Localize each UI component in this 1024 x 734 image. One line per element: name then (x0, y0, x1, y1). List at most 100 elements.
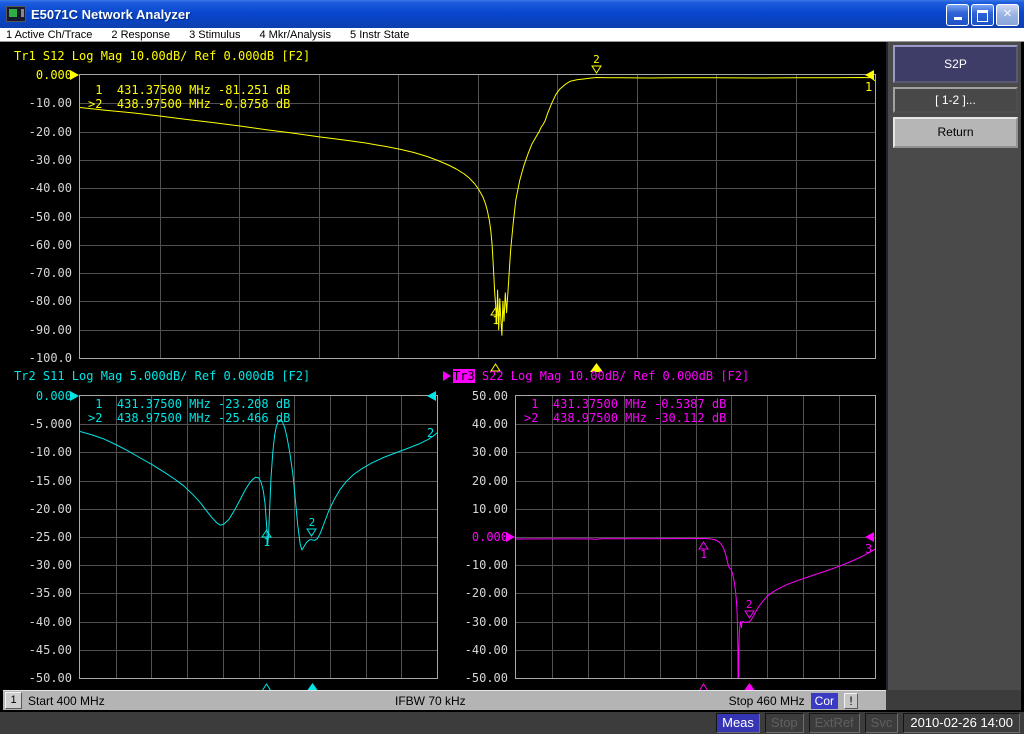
instrument-statusbar: Meas Stop ExtRef Svc 2010-02-26 14:00 (0, 712, 1024, 734)
stimulus-marker-2[interactable] (590, 359, 603, 368)
return-button[interactable]: Return (893, 117, 1018, 148)
stimulus-marker-1[interactable] (698, 679, 709, 688)
marker-number: 1 (700, 550, 707, 560)
y-axis-label: -60.00 (24, 238, 72, 252)
correction-badge: Cor (811, 693, 838, 709)
plot-area-tr2 (79, 395, 438, 679)
chart-title-tr1: Tr1 S12 Log Mag 10.00dB/ Ref 0.000dB [F2… (14, 49, 310, 63)
marker-readout-line: 1 431.37500 MHz -81.251 dB (88, 83, 290, 97)
trace-number-label: 3 (865, 542, 872, 556)
extref-indicator: ExtRef (809, 713, 860, 733)
ref-level-marker-right (427, 391, 436, 401)
y-axis-label: -40.00 (24, 615, 72, 629)
ifbw-value: IFBW 70 kHz (395, 694, 466, 708)
menu-item-active-ch-trace[interactable]: 1 Active Ch/Trace (0, 29, 105, 41)
y-axis-label: -10.00 (24, 445, 72, 459)
marker-readout-line: >2 438.97500 MHz -30.112 dB (524, 411, 726, 425)
ref-level-marker-right (865, 532, 874, 542)
window-titlebar: E5071C Network Analyzer ✕ (0, 0, 1024, 28)
y-axis-label: -30.00 (24, 558, 72, 572)
channel-statusbar: 1 Start 400 MHz IFBW 70 kHz Stop 460 MHz… (3, 690, 886, 710)
trace-label[interactable]: Tr1 (14, 49, 36, 63)
menu-item-mkr-analysis[interactable]: 4 Mkr/Analysis (253, 29, 344, 41)
chart-title-tr3: Tr3 S22 Log Mag 10.00dB/ Ref 0.000dB [F2… (443, 369, 749, 383)
y-axis-label: 0.000 (460, 530, 508, 544)
marker-readout-line: >2 438.97500 MHz -0.8758 dB (88, 97, 290, 111)
menu-item-instr-state[interactable]: 5 Instr State (344, 29, 422, 41)
menubar: 1 Active Ch/Trace 2 Response 3 Stimulus … (0, 28, 1024, 42)
marker-number: 1 (263, 538, 270, 548)
ref-level-marker-left[interactable] (70, 70, 79, 80)
y-axis-label: 30.00 (460, 445, 508, 459)
y-axis-label: -30.00 (24, 153, 72, 167)
trace-number-label: 1 (865, 80, 872, 94)
y-axis-label: -80.00 (24, 294, 72, 308)
marker-readout: 1 431.37500 MHz -23.208 dB>2 438.97500 M… (88, 397, 290, 425)
y-axis-label: 50.00 (460, 389, 508, 403)
restore-icon (977, 10, 988, 22)
stimulus-marker-1[interactable] (261, 679, 272, 688)
trace-tr2 (80, 420, 437, 550)
y-axis-label: -10.00 (24, 96, 72, 110)
app-icon (6, 6, 26, 22)
stimulus-marker-1[interactable] (490, 359, 501, 368)
trace-format-label: S11 Log Mag 5.000dB/ Ref 0.000dB [F2] (36, 369, 311, 383)
app-window: E5071C Network Analyzer ✕ 1 Active Ch/Tr… (0, 0, 1024, 734)
y-axis-label: -20.00 (24, 502, 72, 516)
marker-1-symbol[interactable]: 1 (698, 541, 710, 560)
trace-format-label: S22 Log Mag 10.00dB/ Ref 0.000dB [F2] (475, 369, 750, 383)
y-axis-label: -40.00 (24, 181, 72, 195)
y-axis-label: -25.00 (24, 530, 72, 544)
stimulus-marker-2[interactable] (743, 679, 756, 688)
marker-1-symbol[interactable]: 1 (490, 307, 502, 326)
active-trace-icon (443, 371, 451, 381)
y-axis-label: -20.00 (24, 125, 72, 139)
y-axis-label: 20.00 (460, 474, 508, 488)
trace-format-label: S12 Log Mag 10.00dB/ Ref 0.000dB [F2] (36, 49, 311, 63)
trace-label[interactable]: Tr2 (14, 369, 36, 383)
y-axis-label: -10.00 (460, 558, 508, 572)
marker-number: 2 (746, 600, 753, 610)
trace-label[interactable]: Tr3 (453, 369, 475, 383)
y-axis-label: -100.0 (24, 351, 72, 365)
marker-readout: 1 431.37500 MHz -81.251 dB>2 438.97500 M… (88, 83, 290, 111)
ref-level-marker-right (865, 70, 874, 80)
menu-item-response[interactable]: 2 Response (105, 29, 183, 41)
marker-readout-line: 1 431.37500 MHz -0.5387 dB (524, 397, 726, 411)
marker-number: 1 (492, 316, 499, 326)
start-frequency: Start 400 MHz (28, 694, 105, 708)
y-axis-label: -30.00 (460, 615, 508, 629)
y-axis-label: -70.00 (24, 266, 72, 280)
softkey-1-2-button[interactable]: [ 1-2 ]... (893, 87, 1018, 113)
close-button[interactable]: ✕ (996, 4, 1019, 26)
restore-button[interactable] (971, 4, 994, 26)
minimize-icon (954, 17, 962, 20)
y-axis-label: -15.00 (24, 474, 72, 488)
plot-area-tr3 (515, 395, 876, 679)
marker-number: 2 (309, 518, 316, 528)
chart-title-tr2: Tr2 S11 Log Mag 5.000dB/ Ref 0.000dB [F2… (14, 369, 310, 383)
y-axis-label: -5.000 (24, 417, 72, 431)
ref-level-marker-left[interactable] (70, 391, 79, 401)
statusbar-filler (886, 690, 1021, 710)
ref-level-marker-left[interactable] (506, 532, 515, 542)
softkey-menu-title: S2P (893, 45, 1018, 83)
marker-2-symbol[interactable]: 2 (743, 600, 755, 619)
y-axis-label: -20.00 (460, 586, 508, 600)
y-axis-label: -40.00 (460, 643, 508, 657)
marker-number: 2 (593, 55, 600, 65)
datetime-display: 2010-02-26 14:00 (903, 713, 1020, 733)
y-axis-label: 40.00 (460, 417, 508, 431)
marker-2-symbol[interactable]: 2 (306, 518, 318, 537)
window-title: E5071C Network Analyzer (31, 7, 190, 22)
plot-svg (80, 75, 875, 358)
menu-item-stimulus[interactable]: 3 Stimulus (183, 29, 253, 41)
marker-2-symbol[interactable]: 2 (590, 55, 602, 74)
y-axis-label: -35.00 (24, 586, 72, 600)
stimulus-marker-2[interactable] (306, 679, 319, 688)
marker-1-symbol[interactable]: 1 (261, 529, 273, 548)
plot-svg (80, 396, 437, 678)
plot-svg (516, 396, 875, 678)
minimize-button[interactable] (946, 4, 969, 26)
marker-readout: 1 431.37500 MHz -0.5387 dB>2 438.97500 M… (524, 397, 726, 425)
